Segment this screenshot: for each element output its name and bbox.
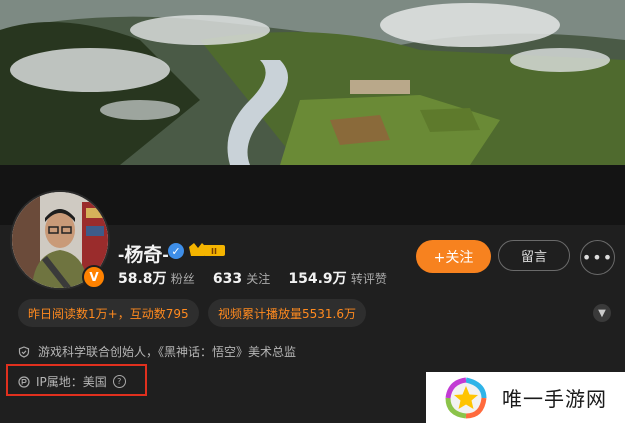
chevron-down-icon[interactable]: ▼	[593, 304, 611, 322]
ip-location-row: IP属地：美国 ?	[18, 373, 126, 390]
profile-banner	[0, 0, 625, 165]
reading-stats-tag[interactable]: 昨日阅读数1万+，互动数795	[18, 299, 199, 327]
engagement-label: 转评赞	[350, 272, 387, 286]
following-label: 关注	[246, 272, 271, 286]
shield-icon	[18, 345, 30, 358]
more-icon[interactable]: •••	[580, 240, 615, 275]
profile-stats: 58.8万 粉丝 633 关注 154.9万 转评赞	[118, 268, 401, 288]
user-name: -杨奇-	[118, 245, 169, 266]
engagement-count: 154.9万	[288, 271, 347, 287]
watermark-text: 唯一手游网	[502, 387, 607, 411]
user-description: 游戏科学联合创始人，《黑神话：悟空》美术总监	[38, 345, 297, 359]
site-watermark: 唯一手游网	[426, 372, 625, 423]
message-button[interactable]: 留言	[498, 240, 570, 271]
verified-v-badge-icon: V	[82, 265, 106, 289]
description-row: 游戏科学联合创始人，《黑神话：悟空》美术总监	[18, 343, 296, 360]
help-icon[interactable]: ?	[112, 375, 126, 388]
banner-landscape-image	[0, 0, 625, 165]
following-count[interactable]: 633	[213, 271, 242, 287]
svg-text:II: II	[211, 247, 217, 256]
location-icon	[18, 375, 30, 388]
ip-location-text: IP属地：美国	[36, 375, 107, 389]
follow-button[interactable]: +关注	[416, 240, 491, 273]
followers-label: 粉丝	[170, 272, 195, 286]
video-views-tag[interactable]: 视频累计播放量5531.6万	[208, 299, 366, 327]
vip-crown-icon[interactable]: II	[187, 241, 227, 259]
verified-icon[interactable]: ✓	[168, 243, 184, 259]
watermark-star-logo-icon	[445, 377, 487, 418]
followers-count[interactable]: 58.8万	[118, 271, 167, 287]
